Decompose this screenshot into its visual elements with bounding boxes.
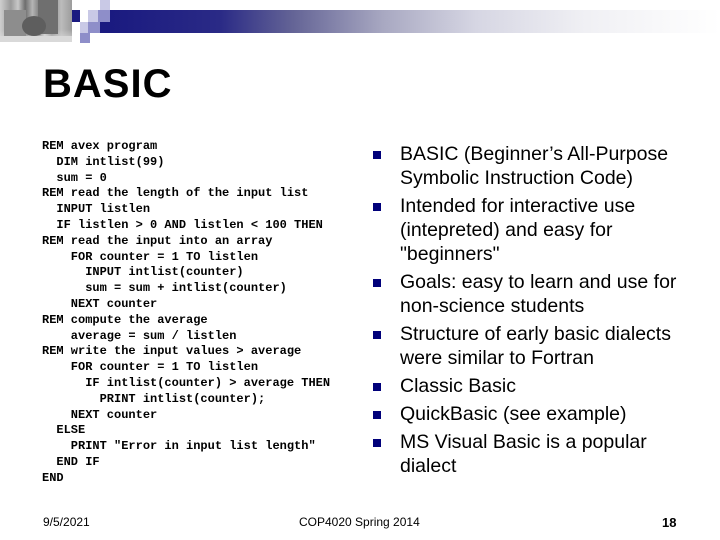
code-listing: REM avex program DIM intlist(99) sum = 0…: [42, 139, 330, 487]
slide-title: BASIC: [43, 62, 173, 106]
bullet-list: BASIC (Beginner’s All-Purpose Symbolic I…: [373, 142, 693, 482]
footer-page-number: 18: [662, 515, 677, 530]
code-line: END: [42, 470, 64, 485]
code-line: INPUT intlist(counter): [42, 265, 244, 280]
bullet-item: Structure of early basic dialects were s…: [373, 322, 693, 370]
square-bullet-icon: [373, 383, 381, 391]
code-line: END IF: [42, 454, 100, 469]
decor-square: [88, 22, 100, 33]
bullet-item: BASIC (Beginner’s All-Purpose Symbolic I…: [373, 142, 693, 190]
code-line: REM read the input into an array: [42, 233, 273, 248]
code-line: INPUT listlen: [42, 202, 151, 217]
square-bullet-icon: [373, 439, 381, 447]
footer-date: 9/5/2021: [43, 515, 90, 529]
square-bullet-icon: [373, 279, 381, 287]
code-line: IF intlist(counter) > average THEN: [42, 375, 331, 390]
decor-square: [100, 22, 110, 33]
bullet-item: QuickBasic (see example): [373, 402, 693, 426]
square-bullet-icon: [373, 203, 381, 211]
bullet-text: Classic Basic: [400, 375, 516, 397]
code-line: REM avex program: [42, 139, 158, 153]
square-bullet-icon: [373, 411, 381, 419]
code-line: REM compute the average: [42, 312, 208, 327]
code-line: PRINT intlist(counter);: [42, 391, 266, 406]
bullet-item: Intended for interactive use (intepreted…: [373, 194, 693, 266]
code-line: PRINT "Error in input list length": [42, 439, 316, 454]
header-gradient-bar: [110, 10, 720, 33]
bullet-item: Classic Basic: [373, 374, 693, 398]
code-line: ELSE: [42, 423, 86, 438]
bullet-text: QuickBasic (see example): [400, 403, 627, 425]
decor-square: [72, 10, 80, 22]
bullet-text: Goals: easy to learn and use for non-sci…: [400, 271, 677, 317]
bullet-item: Goals: easy to learn and use for non-sci…: [373, 270, 693, 318]
square-bullet-icon: [373, 151, 381, 159]
code-line: NEXT counter: [42, 296, 158, 311]
bullet-text: MS Visual Basic is a popular dialect: [400, 431, 647, 477]
footer-course: COP4020 Spring 2014: [299, 515, 420, 529]
photo-tree: [22, 16, 46, 36]
code-line: FOR counter = 1 TO listlen: [42, 360, 259, 375]
decor-square: [98, 10, 110, 22]
decor-square: [88, 10, 98, 22]
decor-square: [80, 33, 90, 43]
code-line: REM read the length of the input list: [42, 186, 309, 201]
code-line: average = sum / listlen: [42, 328, 237, 343]
header-photo: [0, 0, 72, 42]
code-line: REM write the input values > average: [42, 344, 302, 359]
code-line: DIM intlist(99): [42, 154, 165, 169]
photo-ground: [0, 36, 72, 42]
code-line: sum = 0: [42, 170, 107, 185]
decor-square: [100, 0, 110, 10]
decor-square: [80, 22, 88, 33]
bullet-item: MS Visual Basic is a popular dialect: [373, 430, 693, 478]
code-line: IF listlen > 0 AND listlen < 100 THEN: [42, 217, 323, 232]
code-line: FOR counter = 1 TO listlen: [42, 249, 259, 264]
code-line: NEXT counter: [42, 407, 158, 422]
square-bullet-icon: [373, 331, 381, 339]
bullet-text: BASIC (Beginner’s All-Purpose Symbolic I…: [400, 143, 669, 189]
bullet-text: Structure of early basic dialects were s…: [400, 323, 671, 369]
bullet-text: Intended for interactive use (intepreted…: [400, 195, 636, 265]
code-line: sum = sum + intlist(counter): [42, 281, 287, 296]
